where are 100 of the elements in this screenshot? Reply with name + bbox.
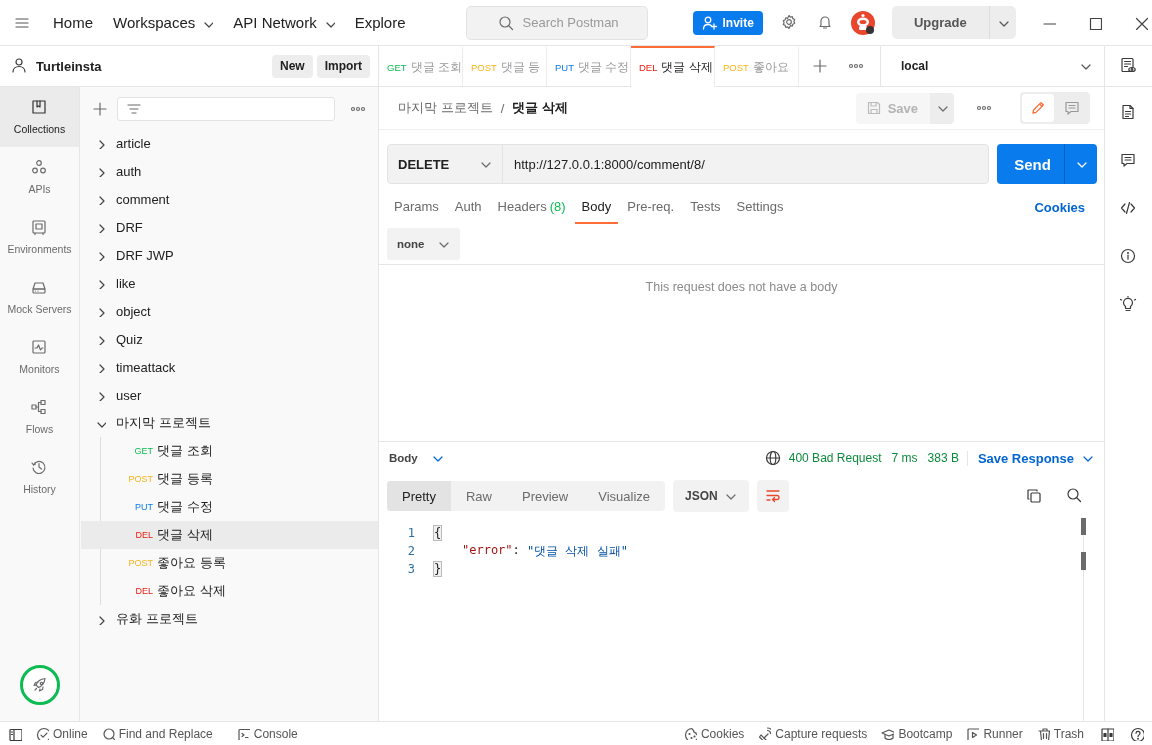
status-bar-button[interactable]: Online bbox=[36, 726, 88, 741]
status-bar-button[interactable]: Cookies bbox=[683, 726, 745, 741]
environment-select[interactable]: local bbox=[880, 46, 1104, 86]
two-pane-icon[interactable] bbox=[1100, 726, 1114, 741]
sidebar-icon bbox=[30, 219, 49, 237]
line-number: 1 bbox=[406, 526, 415, 540]
view-tab[interactable]: Raw bbox=[450, 481, 507, 511]
nav-menu[interactable]: Workspaces bbox=[113, 14, 214, 31]
request-section-tab[interactable]: Auth bbox=[447, 190, 489, 224]
filter-field[interactable] bbox=[117, 97, 335, 121]
cookies-link[interactable]: Cookies bbox=[1034, 199, 1085, 215]
collection-item[interactable]: auth bbox=[80, 157, 378, 185]
collection-name: object bbox=[116, 303, 151, 319]
nav-menu[interactable]: Explore bbox=[354, 14, 406, 31]
nav-menu[interactable]: API Network bbox=[233, 14, 335, 31]
sidebar-tab[interactable]: Collections bbox=[0, 87, 79, 147]
line-number: 2 bbox=[406, 544, 415, 558]
collection-name: user bbox=[116, 387, 142, 403]
request-tab[interactable]: DEL 댓글 삭제 bbox=[631, 46, 715, 87]
close-icon[interactable] bbox=[1133, 15, 1148, 30]
status-bar-button[interactable]: Bootcamp bbox=[881, 726, 953, 741]
search-field[interactable]: Search Postman bbox=[465, 5, 648, 40]
launchpad-button[interactable] bbox=[19, 665, 60, 705]
invite-button[interactable]: Invite bbox=[692, 10, 763, 35]
sidebar-tab[interactable]: Monitors bbox=[0, 327, 79, 387]
response-section-select[interactable]: Body bbox=[389, 451, 444, 465]
format-select[interactable]: JSON bbox=[673, 480, 750, 512]
collection-item[interactable]: 유화 프로젝트 bbox=[80, 605, 378, 633]
request-item[interactable]: POST 좋아요 등록 bbox=[81, 549, 378, 577]
search-icon[interactable] bbox=[1066, 487, 1084, 505]
view-tab[interactable]: Pretty bbox=[387, 481, 451, 511]
request-section-tab[interactable]: Tests bbox=[683, 190, 728, 224]
tab-label: APIs bbox=[28, 183, 51, 195]
status-bar-button[interactable]: Find and Replace bbox=[101, 726, 213, 741]
collection-item[interactable]: Quiz bbox=[80, 325, 378, 353]
wrap-lines-button[interactable] bbox=[757, 480, 790, 512]
cookie-icon bbox=[683, 727, 697, 740]
request-section-tab[interactable]: Settings bbox=[729, 190, 791, 224]
scrollbar-thumb[interactable] bbox=[1081, 518, 1086, 535]
collection-item[interactable]: object bbox=[80, 297, 378, 325]
collection-item[interactable]: comment bbox=[80, 185, 378, 213]
maximize-icon[interactable] bbox=[1087, 15, 1102, 30]
scrollbar-thumb[interactable] bbox=[1081, 552, 1086, 570]
request-section-tab[interactable]: Params bbox=[387, 190, 446, 224]
status-bar-button[interactable]: Runner bbox=[966, 726, 1023, 741]
collection-item[interactable]: article bbox=[80, 129, 378, 157]
request-section-tab[interactable]: Pre-req. bbox=[620, 190, 682, 224]
collection-item[interactable]: DRF bbox=[80, 213, 378, 241]
nav-menu[interactable]: Home bbox=[53, 14, 93, 31]
workspace-button[interactable]: Import bbox=[316, 54, 370, 78]
request-section-tab[interactable]: Headers (8) bbox=[490, 190, 573, 224]
upgrade-button[interactable]: Upgrade bbox=[891, 6, 989, 39]
globe-icon[interactable] bbox=[764, 450, 781, 466]
help-icon[interactable] bbox=[1130, 726, 1144, 741]
collection-name: DRF JWP bbox=[116, 247, 174, 263]
status-bar-button[interactable]: Console bbox=[236, 726, 298, 741]
request-item[interactable]: DEL 댓글 삭제 bbox=[81, 521, 378, 549]
user-plus-icon bbox=[701, 14, 718, 31]
save-response-button[interactable]: Save Response bbox=[966, 450, 1094, 466]
tab-label: 댓글 삭제 bbox=[661, 58, 713, 76]
collection-item[interactable]: like bbox=[80, 269, 378, 297]
avatar[interactable] bbox=[850, 10, 875, 35]
bulb-icon[interactable] bbox=[1119, 296, 1138, 314]
sidebar-tab[interactable]: History bbox=[0, 447, 79, 507]
edit-button[interactable] bbox=[1022, 94, 1054, 122]
view-tab[interactable]: Preview bbox=[507, 481, 584, 511]
sidebar-tab[interactable]: APIs bbox=[0, 147, 79, 207]
tab-label: 댓글 등 bbox=[500, 58, 541, 76]
collection-item[interactable]: DRF JWP bbox=[80, 241, 378, 269]
request-item[interactable]: PUT 댓글 수정 bbox=[81, 493, 378, 521]
collection-item[interactable]: user bbox=[80, 381, 378, 409]
sidebar-icon bbox=[30, 339, 49, 357]
copy-icon[interactable] bbox=[1026, 488, 1042, 504]
collection-item[interactable]: timeattack bbox=[80, 353, 378, 381]
workspace-button[interactable]: New bbox=[271, 54, 313, 78]
sidebar-tab[interactable]: Flows bbox=[0, 387, 79, 447]
search-icon bbox=[497, 14, 514, 31]
graduation-cap-icon bbox=[881, 727, 895, 740]
tab-label: Flows bbox=[25, 423, 54, 435]
status-code: 400 Bad Request bbox=[788, 451, 882, 465]
sidebar-toggle-icon[interactable] bbox=[8, 726, 22, 741]
sidebar-tab[interactable]: Environments bbox=[0, 207, 79, 267]
tab-label: 좋아요 bbox=[752, 58, 789, 76]
status-bar-button[interactable]: Capture requests bbox=[758, 726, 868, 741]
status-bar-button[interactable]: Trash bbox=[1036, 726, 1084, 741]
sidebar-tab[interactable]: Mock Servers bbox=[0, 267, 79, 327]
method-label: POST bbox=[723, 61, 749, 73]
view-tab[interactable]: Visualize bbox=[583, 481, 666, 511]
request-section-tab[interactable]: Body bbox=[574, 190, 619, 224]
collection-name: like bbox=[116, 275, 136, 291]
request-item[interactable]: DEL 좋아요 삭제 bbox=[81, 577, 378, 605]
request-item[interactable]: GET 댓글 조회 bbox=[81, 437, 378, 465]
dropdown-button[interactable] bbox=[1064, 144, 1097, 184]
info-icon[interactable] bbox=[1119, 248, 1138, 266]
method-label: GET bbox=[133, 446, 153, 456]
send-button[interactable]: Send bbox=[997, 144, 1064, 184]
body-type-select[interactable]: none bbox=[387, 228, 460, 260]
request-item[interactable]: POST 댓글 등록 bbox=[81, 465, 378, 493]
breadcrumb-link[interactable]: 마지막 프로젝트 bbox=[398, 99, 493, 117]
collection-item[interactable]: 마지막 프로젝트 bbox=[80, 409, 378, 437]
